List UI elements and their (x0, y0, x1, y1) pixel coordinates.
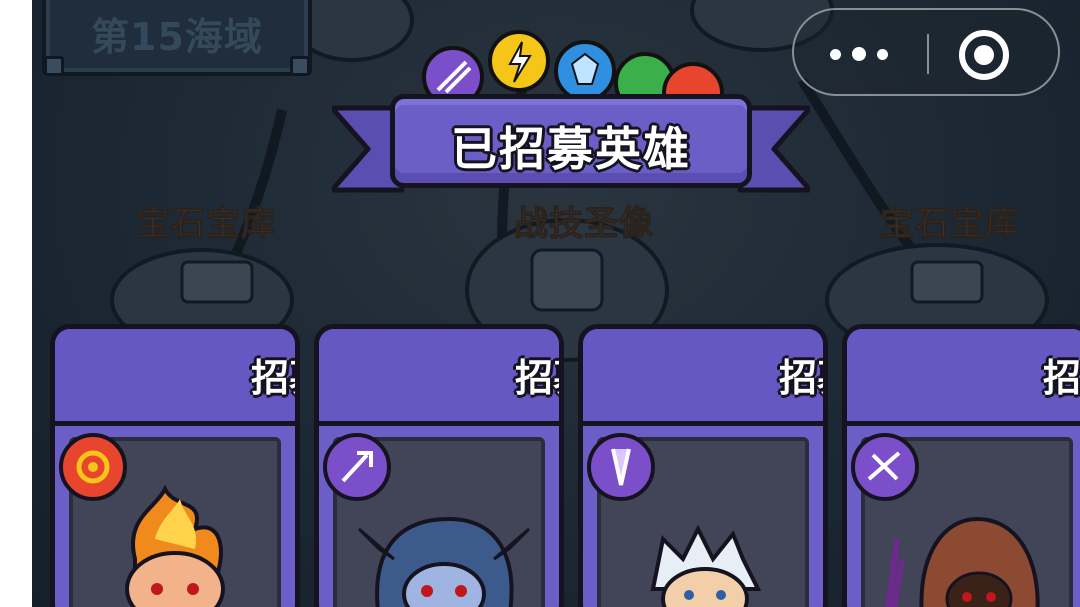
lightning-gem-icon (488, 30, 550, 92)
building-label-left: 宝石宝库 (136, 204, 276, 245)
game-viewport: 第15海域 宝石宝库 战技圣像 宝石宝库 已招募英雄 招募 (32, 0, 1080, 607)
recruit-label: 招募 (779, 356, 823, 400)
recruited-heroes-banner: 已招募英雄 (332, 86, 810, 208)
recruit-label: 招募 (251, 356, 295, 400)
recruit-label: 招募 (515, 356, 559, 400)
building-label-right: 宝石宝库 (880, 204, 1020, 245)
fire-element-icon (59, 433, 127, 501)
banner-plate: 已招募英雄 (390, 94, 752, 188)
region-label: 第15海域 (91, 15, 263, 59)
capsule-divider (927, 34, 929, 74)
crossbow-element-icon (851, 433, 919, 501)
more-dots-icon[interactable] (822, 38, 900, 70)
blade-element-icon (587, 433, 655, 501)
miniprogram-capsule (792, 8, 1060, 96)
recruit-label: 招募 (1043, 356, 1080, 400)
close-target-icon[interactable] (959, 30, 1009, 80)
hero-card[interactable]: 招募 (578, 324, 828, 607)
hero-card[interactable]: 招募 (314, 324, 564, 607)
spear-element-icon (323, 433, 391, 501)
hero-card[interactable]: 招募 (50, 324, 300, 607)
region-sign: 第15海域 (42, 0, 312, 76)
banner-title: 已招募英雄 (451, 122, 691, 176)
hero-card[interactable]: 招募 (842, 324, 1080, 607)
